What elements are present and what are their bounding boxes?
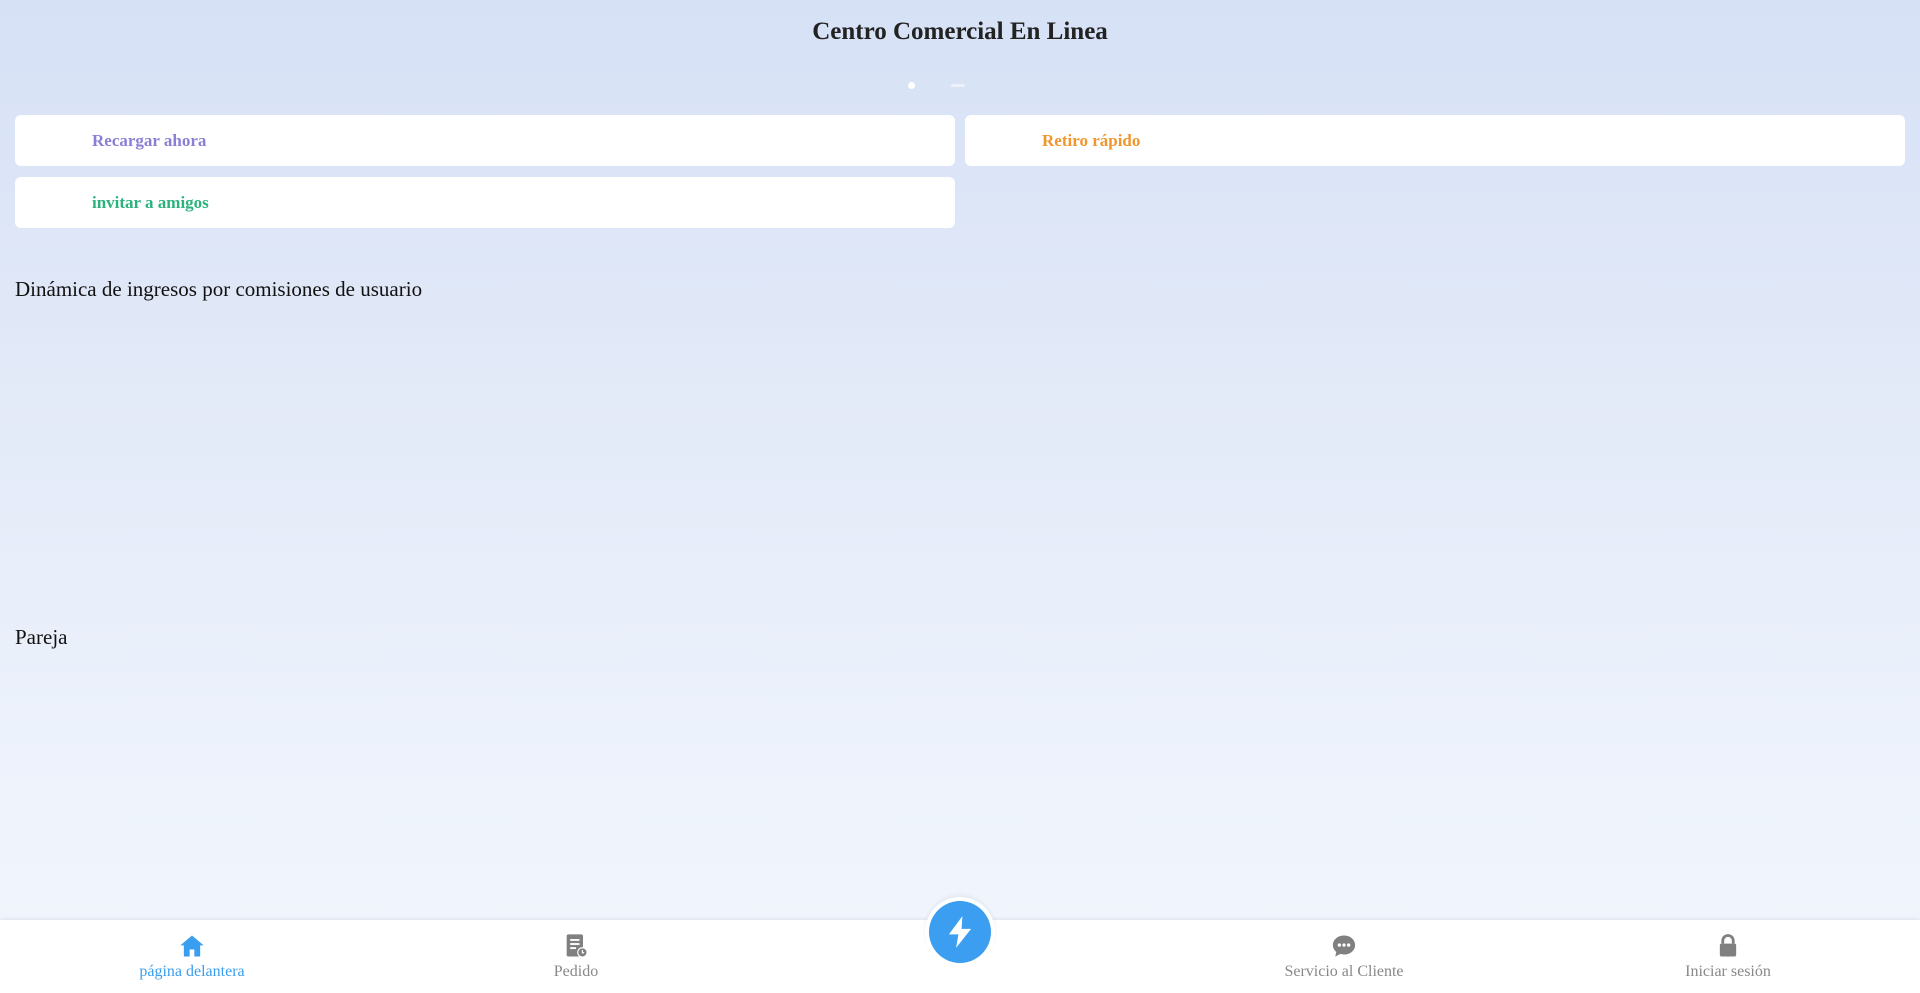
nav-item-customer-service[interactable]: Servicio al Cliente	[1244, 932, 1444, 981]
carousel-indicator	[908, 82, 965, 89]
nav-label-order: Pedido	[553, 963, 599, 980]
withdraw-button[interactable]: Retiro rápido	[965, 115, 1905, 166]
recharge-button[interactable]: Recargar ahora	[15, 115, 955, 166]
commission-dynamics-heading: Dinámica de ingresos por comisiones de u…	[15, 277, 423, 301]
carousel-dot-active[interactable]	[908, 82, 915, 89]
lightning-icon	[948, 916, 972, 948]
fab-circle	[929, 901, 991, 963]
nav-label-home: página delantera	[139, 963, 245, 980]
nav-item-login[interactable]: Iniciar sesión	[1628, 932, 1828, 981]
lock-icon	[1719, 934, 1737, 957]
nav-label-customer-service: Servicio al Cliente	[1284, 963, 1404, 980]
order-icon	[566, 934, 588, 958]
nav-item-order[interactable]: Pedido	[476, 932, 676, 981]
page-title: Centro Comercial En Linea	[812, 18, 1108, 45]
invite-label: invitar a amigos	[92, 192, 209, 212]
carousel-dot[interactable]	[951, 84, 965, 87]
recharge-label: Recargar ahora	[92, 130, 207, 150]
nav-label-login: Iniciar sesión	[1685, 963, 1771, 980]
partner-heading: Pareja	[15, 625, 68, 649]
nav-item-home[interactable]: página delantera	[92, 932, 292, 981]
chat-icon	[1332, 935, 1356, 957]
quick-action-fab[interactable]	[925, 897, 995, 967]
invite-friends-button[interactable]: invitar a amigos	[15, 177, 955, 228]
home-icon	[180, 935, 204, 957]
withdraw-label: Retiro rápido	[1042, 130, 1141, 150]
